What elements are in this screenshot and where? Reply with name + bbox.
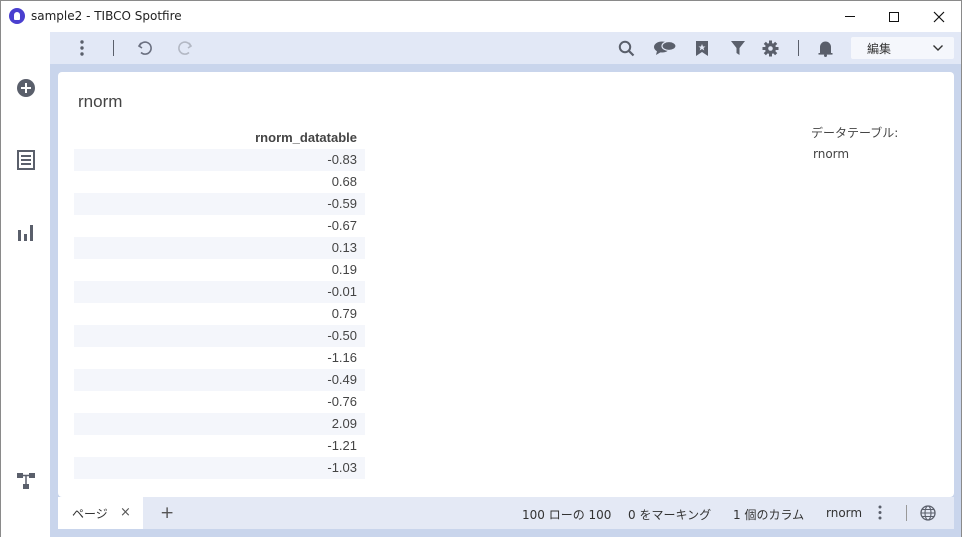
table-row[interactable]: -0.49	[74, 369, 365, 391]
toolbar-divider	[113, 40, 114, 56]
search-icon	[618, 40, 634, 56]
notifications-button[interactable]	[815, 38, 835, 58]
visualization-title: rnorm	[78, 92, 123, 111]
toolbar-divider	[798, 40, 799, 56]
search-button[interactable]	[616, 38, 636, 58]
table-row[interactable]: -1.16	[74, 347, 365, 369]
data-canvas-button[interactable]	[15, 470, 37, 492]
data-table-icon	[17, 150, 35, 170]
add-page-button[interactable]: +	[160, 503, 174, 523]
data-table[interactable]: rnorm_datatable -0.83 0.68 -0.59 -0.67 0…	[74, 127, 365, 479]
app-area: 編集 rnorm rnorm_datatable -0.83 0.68 -0.5…	[50, 32, 961, 537]
bookmarks-button[interactable]	[692, 38, 712, 58]
language-button[interactable]	[920, 505, 936, 525]
page-tab[interactable]: ページ ×	[58, 497, 143, 529]
table-row[interactable]: -0.01	[74, 281, 365, 303]
globe-icon	[920, 505, 936, 521]
legend-data-table[interactable]: rnorm	[813, 147, 849, 161]
chevron-down-icon	[933, 45, 943, 51]
bookmark-icon	[696, 40, 708, 56]
status-divider	[906, 505, 907, 521]
table-row[interactable]: -0.50	[74, 325, 365, 347]
table-row[interactable]: -0.83	[74, 149, 365, 171]
undo-button[interactable]	[135, 38, 155, 58]
redo-icon	[178, 41, 193, 55]
kebab-menu-icon	[878, 505, 882, 520]
table-row[interactable]: 0.13	[74, 237, 365, 259]
row-count-status: 100 ローの 100	[522, 508, 612, 522]
table-row[interactable]: -1.03	[74, 457, 365, 479]
redo-button[interactable]	[175, 38, 195, 58]
title-bar: sample2 - TIBCO Spotfire	[1, 1, 961, 32]
close-button[interactable]	[916, 1, 961, 32]
page-tab-label: ページ	[72, 506, 108, 521]
left-rail	[1, 32, 50, 537]
undo-icon	[137, 41, 152, 55]
app-logo-icon	[9, 8, 25, 24]
data-table-button[interactable]	[15, 149, 37, 171]
data-table-status[interactable]: rnorm	[826, 506, 862, 520]
kebab-menu-icon	[80, 40, 84, 56]
settings-button[interactable]	[760, 38, 780, 58]
comments-icon	[654, 40, 677, 55]
status-menu-button[interactable]	[878, 505, 882, 524]
marked-count-status: 0 をマーキング	[628, 508, 712, 522]
table-row[interactable]: -0.67	[74, 215, 365, 237]
table-row[interactable]: -0.59	[74, 193, 365, 215]
legend-title: データテーブル:	[811, 126, 899, 140]
filter-icon	[731, 41, 745, 55]
bell-icon	[818, 41, 832, 57]
menu-button[interactable]	[72, 38, 92, 58]
minimize-button[interactable]	[827, 1, 872, 32]
column-count-status: 1 個のカラム	[733, 508, 805, 522]
close-icon	[933, 11, 944, 22]
collaboration-button[interactable]	[652, 38, 678, 58]
edit-mode-label: 編集	[867, 41, 892, 56]
column-header[interactable]: rnorm_datatable	[74, 127, 365, 149]
bar-chart-icon	[18, 225, 33, 241]
app-window: sample2 - TIBCO Spotfire 編集 rnorm rnorm_…	[0, 0, 962, 537]
table-row[interactable]: 2.09	[74, 413, 365, 435]
window-title: sample2 - TIBCO Spotfire	[31, 9, 182, 23]
table-row[interactable]: 0.19	[74, 259, 365, 281]
visualization-types-button[interactable]	[15, 221, 37, 243]
page-status-bar: ページ × + 100 ローの 100 0 をマーキング 1 個のカラム rno…	[58, 497, 954, 529]
edit-mode-select[interactable]: 編集	[851, 37, 954, 59]
table-row[interactable]: -0.76	[74, 391, 365, 413]
table-row[interactable]: -1.21	[74, 435, 365, 457]
gear-icon	[762, 40, 778, 56]
maximize-button[interactable]	[871, 1, 916, 32]
toolbar: 編集	[50, 32, 961, 64]
add-data-button[interactable]	[15, 77, 37, 99]
data-canvas-icon	[17, 473, 35, 489]
page-canvas: rnorm rnorm_datatable -0.83 0.68 -0.59 -…	[58, 72, 954, 497]
add-circle-icon	[17, 79, 35, 97]
maximize-icon	[888, 11, 899, 22]
filters-button[interactable]	[728, 38, 748, 58]
minimize-icon	[844, 16, 855, 17]
close-page-icon[interactable]: ×	[120, 505, 131, 520]
table-row[interactable]: 0.79	[74, 303, 365, 325]
table-row[interactable]: 0.68	[74, 171, 365, 193]
